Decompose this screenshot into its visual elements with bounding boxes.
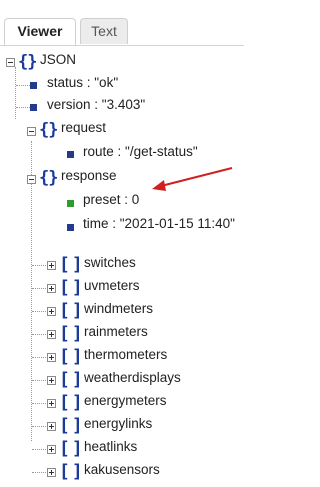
tab-text[interactable]: Text	[80, 18, 128, 44]
json-tree: {} JSON status : "ok" version : "3.403" …	[0, 45, 244, 487]
annotation-arrow-icon	[152, 167, 233, 191]
tab-bar: Viewer Text	[0, 0, 244, 46]
tab-viewer[interactable]: Viewer	[4, 18, 76, 45]
